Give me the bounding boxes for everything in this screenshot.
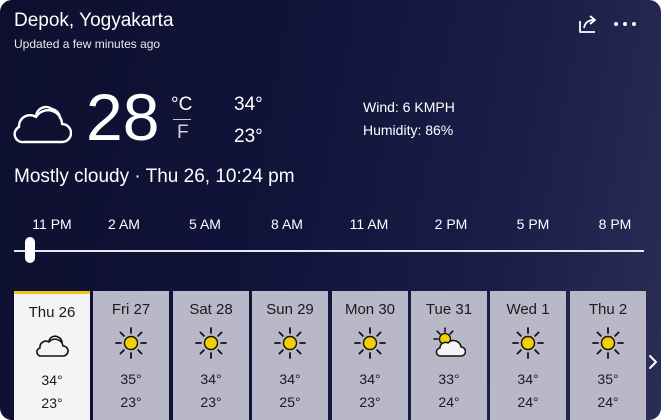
hour-label: 8 PM: [598, 216, 632, 232]
sun-icon: [512, 327, 544, 359]
sun-icon: [592, 327, 624, 359]
day-name: Tue 31: [425, 301, 473, 318]
day-card-tue-31[interactable]: Tue 31 33° 24°: [411, 291, 487, 420]
day-low: 23°: [120, 394, 142, 410]
condition-text: Mostly cloudy · Thu 26, 10:24 pm: [14, 166, 295, 187]
sun-icon: [354, 327, 386, 359]
chevron-right-icon[interactable]: [646, 350, 660, 374]
hour-label: 2 PM: [434, 216, 468, 232]
day-name: Thu 26: [28, 304, 76, 321]
share-icon[interactable]: [576, 12, 600, 36]
day-low: 24°: [517, 394, 539, 410]
day-name: Thu 2: [588, 301, 628, 318]
wind-speed: Wind: 6 KMPH: [363, 99, 455, 115]
day-low: 25°: [279, 394, 301, 410]
day-low: 23°: [200, 394, 222, 410]
day-high: 34°: [517, 371, 539, 387]
day-card-thu-2[interactable]: Thu 2 35° 24°: [570, 291, 646, 420]
day-high: 34°: [279, 371, 301, 387]
fahrenheit-toggle[interactable]: F: [177, 122, 189, 144]
day-name: Fri 27: [111, 301, 151, 318]
hour-label: 8 AM: [271, 216, 303, 232]
timeline-slider-thumb[interactable]: [25, 237, 35, 263]
humidity: Humidity: 86%: [363, 122, 454, 138]
hour-label: 11 PM: [32, 216, 72, 232]
celsius-toggle[interactable]: °C: [171, 94, 192, 116]
day-low: 24°: [597, 394, 619, 410]
day-high: 35°: [120, 371, 142, 387]
high-temperature: 34°: [234, 94, 263, 115]
day-high: 33°: [438, 371, 460, 387]
day-name: Sat 28: [189, 301, 233, 318]
day-card-fri-27[interactable]: Fri 27 35° 23°: [93, 291, 169, 420]
more-options-icon[interactable]: [612, 12, 638, 36]
day-low: 24°: [438, 394, 460, 410]
current-temperature: 28: [86, 80, 160, 154]
day-card-mon-30[interactable]: Mon 30 34° 23°: [332, 291, 408, 420]
hour-label: 5 AM: [189, 216, 221, 232]
day-low: 23°: [359, 394, 381, 410]
day-high: 35°: [597, 371, 619, 387]
cloud-icon: [36, 335, 69, 357]
partly-cloudy-icon: [433, 327, 466, 357]
unit-divider: [173, 119, 191, 120]
day-low: 23°: [41, 395, 63, 411]
day-card-sun-29[interactable]: Sun 29 34° 25°: [252, 291, 328, 420]
weather-card: Depok, Yogyakarta Updated a few minutes …: [0, 0, 661, 420]
sun-icon: [115, 327, 147, 359]
day-name: Sun 29: [266, 301, 314, 318]
day-card-thu-26[interactable]: Thu 26 34° 23°: [14, 291, 90, 420]
day-card-wed-1[interactable]: Wed 1 34° 24°: [490, 291, 566, 420]
sun-icon: [195, 327, 227, 359]
day-name: Mon 30: [344, 301, 396, 318]
sun-icon: [274, 327, 306, 359]
day-high: 34°: [359, 371, 381, 387]
hourly-timeline[interactable]: [14, 250, 644, 252]
cloud-icon: [13, 105, 72, 144]
low-temperature: 23°: [234, 126, 263, 147]
day-name: Wed 1: [506, 301, 550, 318]
hour-label: 11 AM: [349, 216, 389, 232]
updated-text: Updated a few minutes ago: [14, 37, 161, 51]
day-card-sat-28[interactable]: Sat 28 34° 23°: [173, 291, 249, 420]
hour-label: 2 AM: [108, 216, 140, 232]
hour-label: 5 PM: [516, 216, 550, 232]
day-high: 34°: [200, 371, 222, 387]
day-high: 34°: [41, 372, 63, 388]
location-title: Depok, Yogyakarta: [14, 10, 174, 31]
